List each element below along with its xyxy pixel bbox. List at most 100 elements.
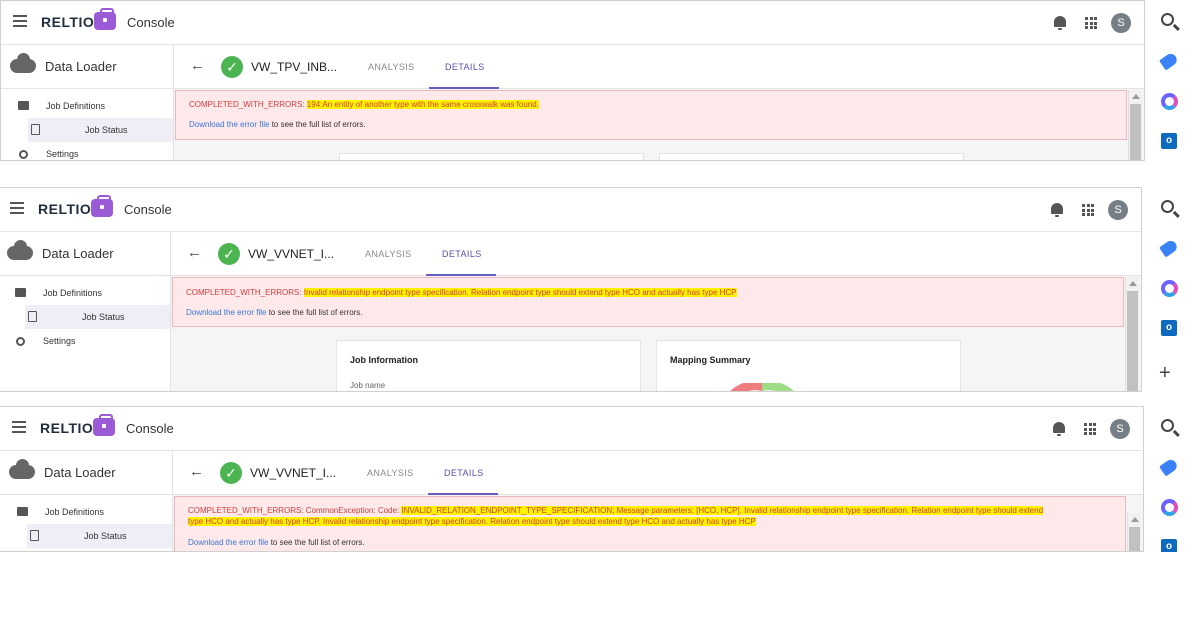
mapping-summary-card: Mapping Summary (656, 340, 961, 391)
browser-side-rail: o + (1145, 187, 1200, 392)
job-name: VW_VVNET_I... (248, 247, 335, 261)
download-error-link[interactable]: Download the error file (186, 308, 266, 317)
avatar[interactable]: S (1108, 200, 1128, 220)
gear-icon (16, 337, 25, 346)
sidebar-item-job-definitions[interactable]: Job Definitions (0, 281, 170, 305)
sidebar-header: Data Loader (0, 232, 170, 276)
apps-grid-icon[interactable] (1082, 204, 1094, 216)
console-icon (91, 195, 113, 217)
tag-icon[interactable] (1159, 51, 1181, 72)
gear-icon (19, 150, 28, 159)
sidebar-item-label: Job Status (84, 531, 127, 541)
card-field-label: Job name (350, 381, 386, 390)
apps-grid-icon[interactable] (1085, 17, 1097, 29)
sidebar-title: Data Loader (42, 246, 114, 261)
success-check-icon: ✓ (218, 243, 240, 265)
screenshot-panel-1: RELTIO Console S Data Loader Job Definit… (0, 0, 1200, 161)
sidebar-item-job-status[interactable]: Job Status (28, 118, 173, 142)
job-name: VW_VVNET_I... (250, 466, 337, 480)
scrollbar[interactable] (1128, 90, 1142, 160)
error-highlight-continued: type HCO and actually has type HCP. Inva… (188, 517, 756, 526)
tag-icon[interactable] (1159, 457, 1181, 478)
search-icon[interactable] (1161, 419, 1174, 432)
error-line-1: COMPLETED_WITH_ERRORS: CommonException: … (188, 505, 1128, 516)
download-error-link[interactable]: Download the error file (189, 120, 269, 129)
clipboard-icon (28, 311, 37, 322)
tab-analysis[interactable]: ANALYSIS (368, 62, 415, 72)
scrollbar[interactable] (1127, 513, 1141, 551)
cloud-icon (7, 240, 33, 260)
job-info-card (339, 153, 644, 160)
tab-details[interactable]: DETAILS (445, 62, 485, 72)
error-message: COMPLETED_WITH_ERRORS: 194:An entity of … (189, 99, 539, 110)
bell-icon[interactable] (1054, 16, 1066, 30)
tab-analysis[interactable]: ANALYSIS (367, 468, 414, 478)
error-banner: COMPLETED_WITH_ERRORS: CommonException: … (174, 496, 1128, 551)
screenshot-panel-3: RELTIO Console S Data Loader Job Definit… (0, 406, 1200, 552)
outlook-icon[interactable]: o (1161, 133, 1181, 153)
sidebar-header: Data Loader (0, 451, 172, 495)
sidebar-header: Data Loader (1, 45, 173, 89)
back-arrow-icon[interactable]: ← (190, 58, 205, 73)
tab-analysis[interactable]: ANALYSIS (365, 249, 412, 259)
console-label: Console (127, 15, 175, 30)
top-bar: RELTIO Console S (0, 407, 1143, 451)
brand-logo: RELTIO (40, 420, 94, 436)
scrollbar[interactable] (1125, 277, 1139, 391)
active-tab-indicator (428, 493, 498, 495)
outlook-icon[interactable]: o (1161, 320, 1181, 340)
sidebar: Data Loader Job Definitions Job Status S… (0, 232, 171, 391)
download-suffix: to see the full list of errors. (269, 120, 366, 129)
outlook-icon[interactable]: o (1161, 539, 1181, 552)
main-content: ← ✓ VW_VVNET_I... ANALYSIS DETAILS COMPL… (173, 451, 1143, 551)
download-error-link[interactable]: Download the error file (188, 538, 268, 547)
job-info-card: Job Information Job name (336, 340, 641, 391)
avatar[interactable]: S (1110, 419, 1130, 439)
clipboard-icon (30, 530, 39, 541)
sidebar-item-label: Job Status (85, 125, 128, 135)
bell-icon[interactable] (1051, 203, 1063, 217)
copilot-icon[interactable] (1161, 93, 1181, 113)
sidebar-item-label: Job Status (82, 312, 125, 322)
sidebar: Data Loader Job Definitions Job Status (0, 451, 173, 551)
error-prefix: COMPLETED_WITH_ERRORS: (189, 100, 307, 109)
tab-details[interactable]: DETAILS (442, 249, 482, 259)
sidebar-item-job-definitions[interactable]: Job Definitions (1, 94, 173, 118)
search-icon[interactable] (1161, 200, 1174, 213)
brand-logo: RELTIO (41, 14, 95, 30)
sidebar-item-label: Job Definitions (46, 101, 106, 111)
error-line-2: type HCO and actually has type HCP. Inva… (188, 516, 1128, 527)
sidebar-item-settings[interactable]: Settings (0, 329, 170, 353)
sidebar-item-label: Settings (43, 336, 76, 346)
menu-icon[interactable] (12, 421, 26, 433)
job-header: ← ✓ VW_TPV_INB... ANALYSIS DETAILS (174, 45, 1144, 89)
error-prefix: COMPLETED_WITH_ERRORS: CommonException: … (188, 506, 402, 515)
active-tab-indicator (426, 274, 496, 276)
tab-details[interactable]: DETAILS (444, 468, 484, 478)
back-arrow-icon[interactable]: ← (189, 464, 204, 479)
sidebar-title: Data Loader (45, 59, 117, 74)
sidebar-item-job-status[interactable]: Job Status (25, 305, 170, 329)
avatar[interactable]: S (1111, 13, 1131, 33)
brand-logo: RELTIO (38, 201, 92, 217)
sidebar-item-job-definitions[interactable]: Job Definitions (0, 500, 172, 524)
app-window: RELTIO Console S Data Loader Job Definit… (0, 0, 1145, 161)
sidebar-item-settings[interactable]: Settings (1, 142, 173, 160)
sidebar-title: Data Loader (44, 465, 116, 480)
menu-icon[interactable] (10, 202, 24, 214)
apps-grid-icon[interactable] (1084, 423, 1096, 435)
bell-icon[interactable] (1053, 422, 1065, 436)
menu-icon[interactable] (13, 15, 27, 27)
back-arrow-icon[interactable]: ← (187, 245, 202, 260)
browser-side-rail: o (1145, 406, 1200, 552)
clipboard-icon (31, 124, 40, 135)
tag-icon[interactable] (1159, 238, 1181, 259)
copilot-icon[interactable] (1161, 280, 1181, 300)
success-check-icon: ✓ (220, 462, 242, 484)
console-icon (93, 414, 115, 436)
add-icon[interactable]: + (1159, 363, 1179, 385)
copilot-icon[interactable] (1161, 499, 1181, 519)
search-icon[interactable] (1161, 13, 1174, 26)
sidebar-item-label: Job Definitions (45, 507, 105, 517)
sidebar-item-job-status[interactable]: Job Status (27, 524, 172, 548)
